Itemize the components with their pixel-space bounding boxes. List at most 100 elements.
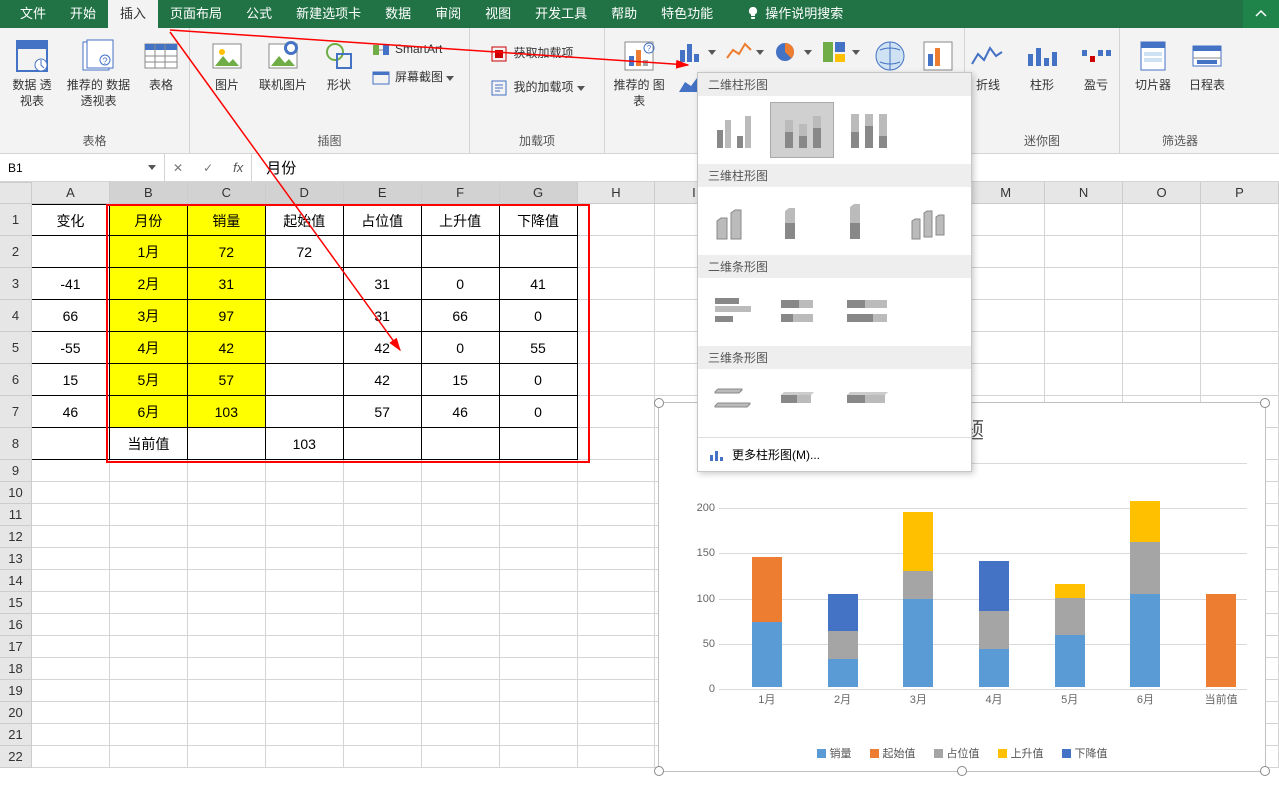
timeline-button[interactable]: 日程表 [1183, 32, 1231, 96]
cell-A15[interactable] [32, 592, 110, 614]
cell-D9[interactable] [266, 460, 344, 482]
cell-A11[interactable] [32, 504, 110, 526]
3d-column-option[interactable] [901, 193, 965, 249]
cell-G15[interactable] [500, 592, 578, 614]
cell-H12[interactable] [578, 526, 656, 548]
menu-review[interactable]: 审阅 [423, 0, 473, 28]
cell-C20[interactable] [188, 702, 266, 724]
column-header-D[interactable]: D [266, 182, 344, 204]
cell-B12[interactable] [110, 526, 188, 548]
cell-B6[interactable]: 5月 [110, 364, 188, 396]
cell-B11[interactable] [110, 504, 188, 526]
cell-G4[interactable]: 0 [500, 300, 578, 332]
cell-O3[interactable] [1123, 268, 1201, 300]
cell-F4[interactable]: 66 [422, 300, 500, 332]
cell-G12[interactable] [500, 526, 578, 548]
cell-F17[interactable] [422, 636, 500, 658]
row-header-16[interactable]: 16 [0, 614, 32, 636]
cell-F15[interactable] [422, 592, 500, 614]
row-header-13[interactable]: 13 [0, 548, 32, 570]
cell-B14[interactable] [110, 570, 188, 592]
cell-G17[interactable] [500, 636, 578, 658]
cell-B16[interactable] [110, 614, 188, 636]
row-header-3[interactable]: 3 [0, 268, 32, 300]
cell-D7[interactable] [266, 396, 344, 428]
cell-H2[interactable] [578, 236, 656, 268]
cell-A5[interactable]: -55 [32, 332, 110, 364]
cell-D14[interactable] [266, 570, 344, 592]
cell-G8[interactable] [500, 428, 578, 460]
cell-G7[interactable]: 0 [500, 396, 578, 428]
cell-P5[interactable] [1201, 332, 1279, 364]
cell-B4[interactable]: 3月 [110, 300, 188, 332]
cell-F2[interactable] [422, 236, 500, 268]
cell-F11[interactable] [422, 504, 500, 526]
cell-F14[interactable] [422, 570, 500, 592]
menu-home[interactable]: 开始 [58, 0, 108, 28]
stacked-bar-option[interactable] [770, 284, 834, 340]
cell-A12[interactable] [32, 526, 110, 548]
cell-M2[interactable] [967, 236, 1045, 268]
chart-type-line-button[interactable] [723, 38, 767, 66]
row-header-1[interactable]: 1 [0, 204, 32, 236]
cell-G6[interactable]: 0 [500, 364, 578, 396]
cell-F3[interactable]: 0 [422, 268, 500, 300]
formula-input[interactable]: 月份 [252, 157, 310, 178]
column-header-A[interactable]: A [32, 182, 110, 204]
cell-C4[interactable]: 97 [188, 300, 266, 332]
cell-C14[interactable] [188, 570, 266, 592]
cell-E22[interactable] [344, 746, 422, 768]
row-header-12[interactable]: 12 [0, 526, 32, 548]
cell-B5[interactable]: 4月 [110, 332, 188, 364]
menu-new-tab[interactable]: 新建选项卡 [284, 0, 373, 28]
cell-E21[interactable] [344, 724, 422, 746]
cell-E16[interactable] [344, 614, 422, 636]
cell-G5[interactable]: 55 [500, 332, 578, 364]
picture-button[interactable]: 图片 [203, 32, 251, 96]
cell-H18[interactable] [578, 658, 656, 680]
cell-H6[interactable] [578, 364, 656, 396]
cell-C17[interactable] [188, 636, 266, 658]
column-header-F[interactable]: F [422, 182, 500, 204]
cell-B7[interactable]: 6月 [110, 396, 188, 428]
cell-C18[interactable] [188, 658, 266, 680]
cell-D17[interactable] [266, 636, 344, 658]
tell-me-search[interactable]: 操作说明搜索 [733, 0, 855, 28]
cell-E9[interactable] [344, 460, 422, 482]
row-header-14[interactable]: 14 [0, 570, 32, 592]
cell-E18[interactable] [344, 658, 422, 680]
recommended-pivot-button[interactable]: ?推荐的 数据透视表 [62, 32, 135, 111]
row-header-19[interactable]: 19 [0, 680, 32, 702]
cell-H15[interactable] [578, 592, 656, 614]
cell-D20[interactable] [266, 702, 344, 724]
accept-formula-button[interactable]: ✓ [203, 161, 213, 175]
cell-P2[interactable] [1201, 236, 1279, 268]
cell-A3[interactable]: -41 [32, 268, 110, 300]
column-header-C[interactable]: C [188, 182, 266, 204]
cell-E11[interactable] [344, 504, 422, 526]
cell-A20[interactable] [32, 702, 110, 724]
cell-C6[interactable]: 57 [188, 364, 266, 396]
cell-G21[interactable] [500, 724, 578, 746]
cell-C2[interactable]: 72 [188, 236, 266, 268]
cell-G22[interactable] [500, 746, 578, 768]
cell-E12[interactable] [344, 526, 422, 548]
online-picture-button[interactable]: 联机图片 [257, 32, 309, 96]
cell-P4[interactable] [1201, 300, 1279, 332]
cell-G18[interactable] [500, 658, 578, 680]
row-header-18[interactable]: 18 [0, 658, 32, 680]
menu-insert[interactable]: 插入 [108, 0, 158, 28]
menu-formulas[interactable]: 公式 [234, 0, 284, 28]
cell-C1[interactable]: 销量 [188, 204, 266, 236]
cell-A18[interactable] [32, 658, 110, 680]
100-stacked-bar-option[interactable] [836, 284, 900, 340]
menu-developer[interactable]: 开发工具 [523, 0, 599, 28]
column-header-G[interactable]: G [500, 182, 578, 204]
cell-G11[interactable] [500, 504, 578, 526]
cell-H3[interactable] [578, 268, 656, 300]
cell-H14[interactable] [578, 570, 656, 592]
cell-H22[interactable] [578, 746, 656, 768]
cell-D18[interactable] [266, 658, 344, 680]
cell-O1[interactable] [1123, 204, 1201, 236]
cell-B20[interactable] [110, 702, 188, 724]
